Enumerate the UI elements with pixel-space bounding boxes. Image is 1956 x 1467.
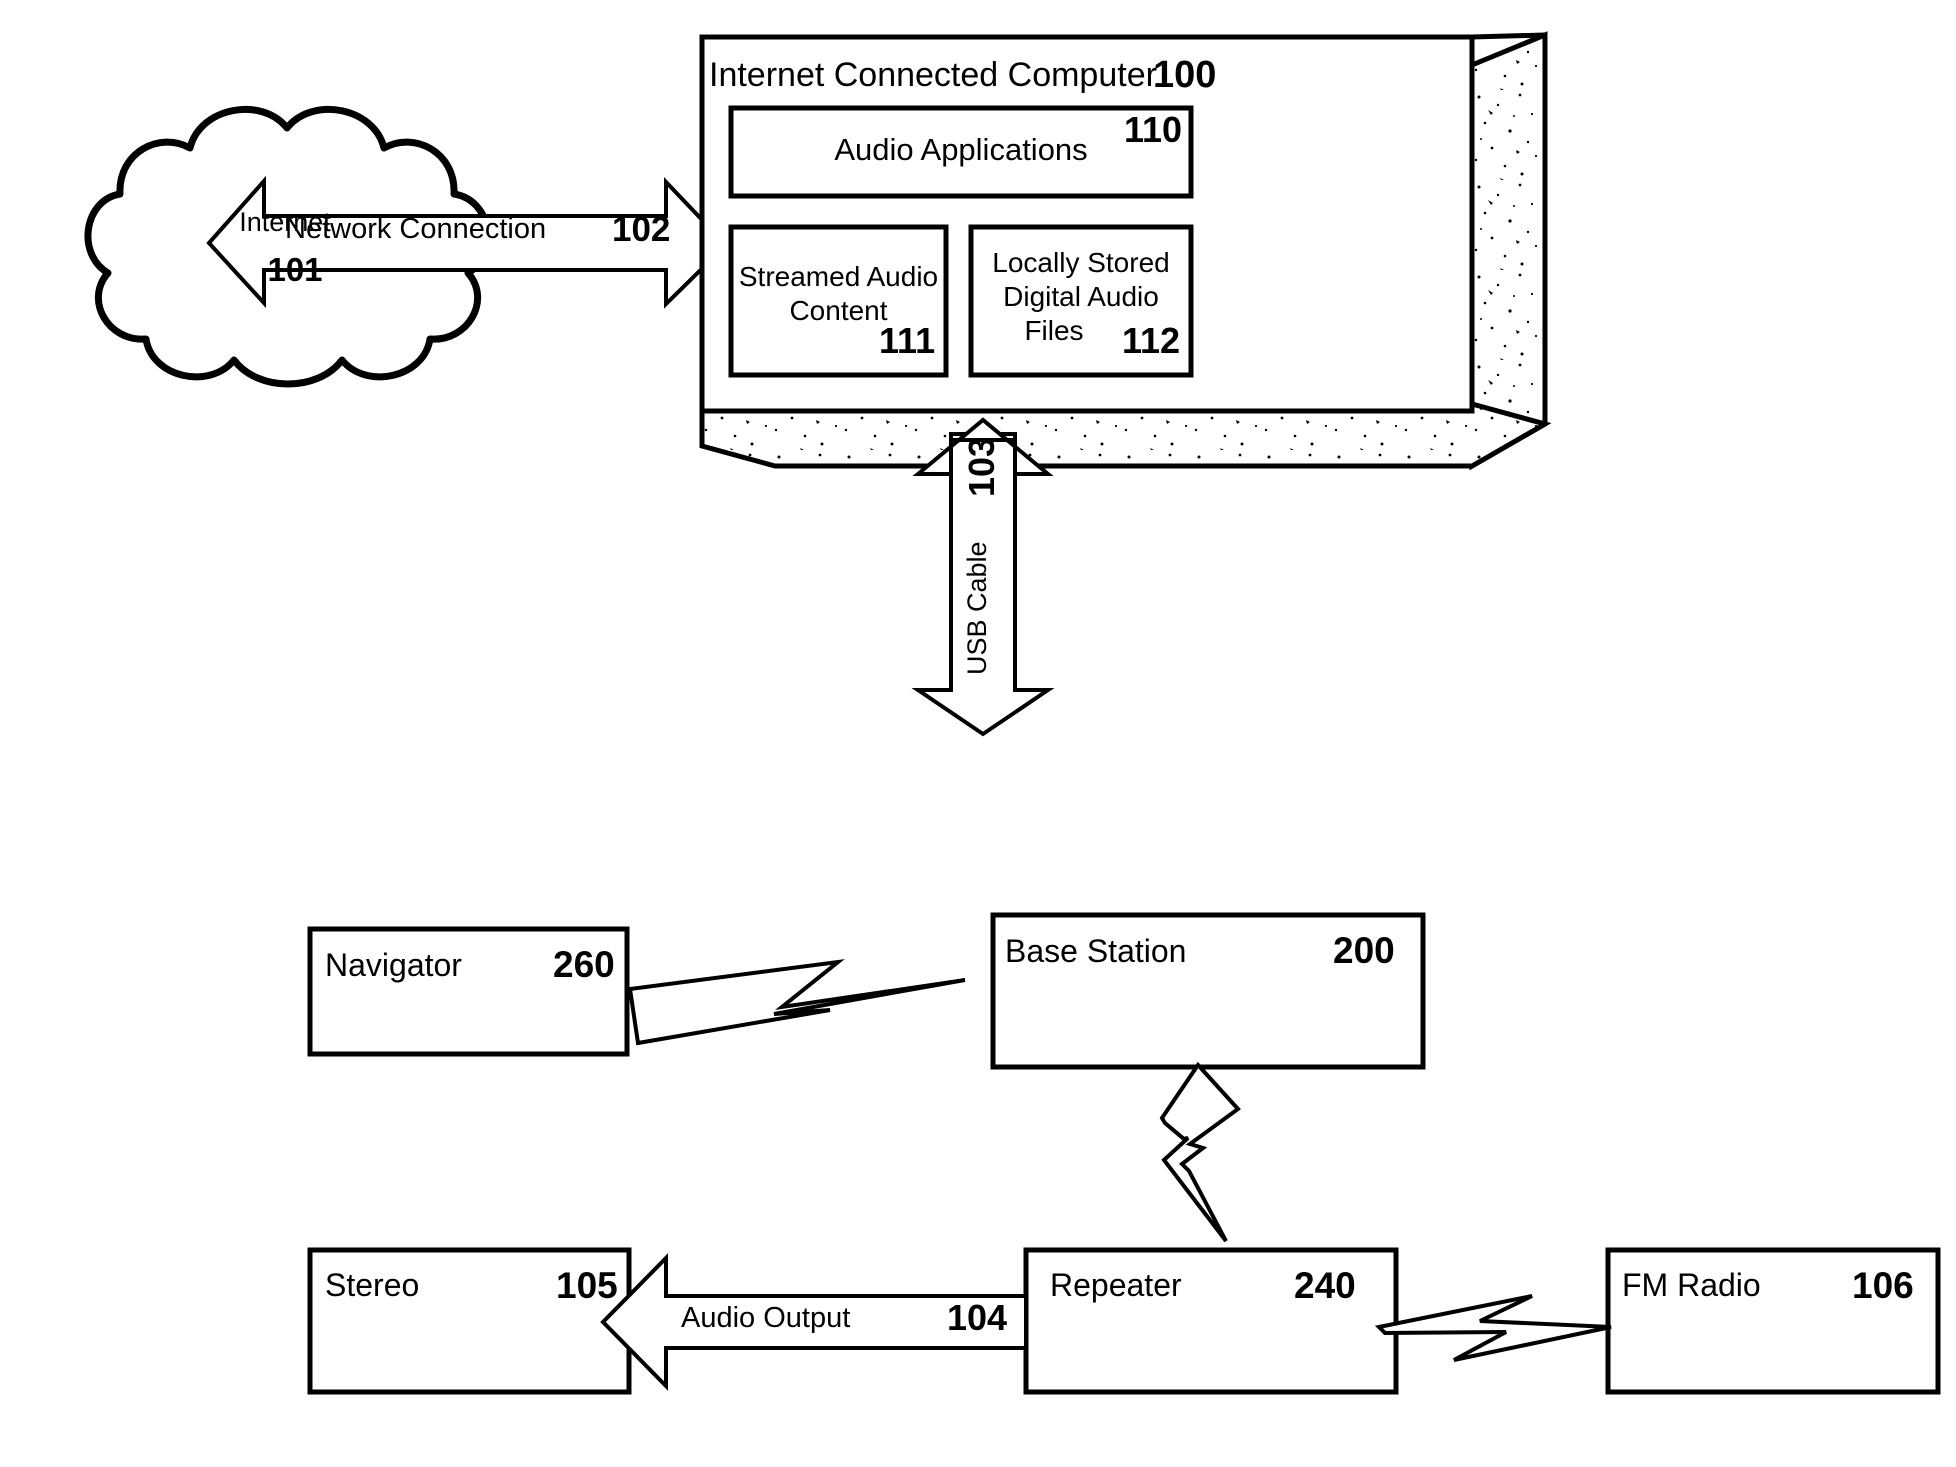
lightning-bolt-repeater-fm-shape [1374, 1294, 1612, 1362]
audio-output-label: Audio Output [681, 1302, 851, 1334]
computer-title-label: Internet Connected Computer [709, 56, 1157, 94]
lightning-bolt-base-repeater-shape [1159, 1061, 1241, 1243]
computer-ref: 100 [1153, 54, 1217, 96]
usb-cable-ref: 103 [961, 436, 1002, 497]
repeater-ref: 240 [1294, 1265, 1356, 1306]
internet-ref: 101 [267, 251, 323, 288]
local-files-label-line2: Digital Audio [1003, 281, 1159, 312]
stereo-ref: 105 [556, 1265, 618, 1306]
audio-applications-ref: 110 [1124, 109, 1183, 150]
lightning-bolt-navigator-base-shape [627, 959, 966, 1046]
usb-cable-label: USB Cable [962, 541, 992, 675]
base-station-ref: 200 [1333, 930, 1395, 971]
repeater-label: Repeater [1050, 1267, 1182, 1303]
audio-applications-label: Audio Applications [834, 132, 1088, 167]
streamed-audio-label-line1: Streamed Audio [738, 261, 939, 292]
local-files-ref: 112 [1122, 320, 1181, 361]
base-station-label: Base Station [1005, 933, 1187, 969]
fm-radio-ref: 106 [1852, 1265, 1914, 1306]
patent-figure: Internet 101 Network Connection 102 Inte… [0, 0, 1956, 1467]
navigator-ref: 260 [553, 944, 615, 985]
navigator-label: Navigator [325, 947, 462, 983]
network-connection-label: Network Connection [285, 213, 547, 245]
fm-radio-label: FM Radio [1622, 1267, 1761, 1303]
stereo-label: Stereo [325, 1267, 420, 1303]
network-connection-ref: 102 [612, 210, 671, 249]
local-files-label-line1: Locally Stored [992, 247, 1170, 278]
streamed-audio-ref: 111 [879, 320, 936, 361]
audio-output-ref: 104 [947, 1297, 1008, 1338]
